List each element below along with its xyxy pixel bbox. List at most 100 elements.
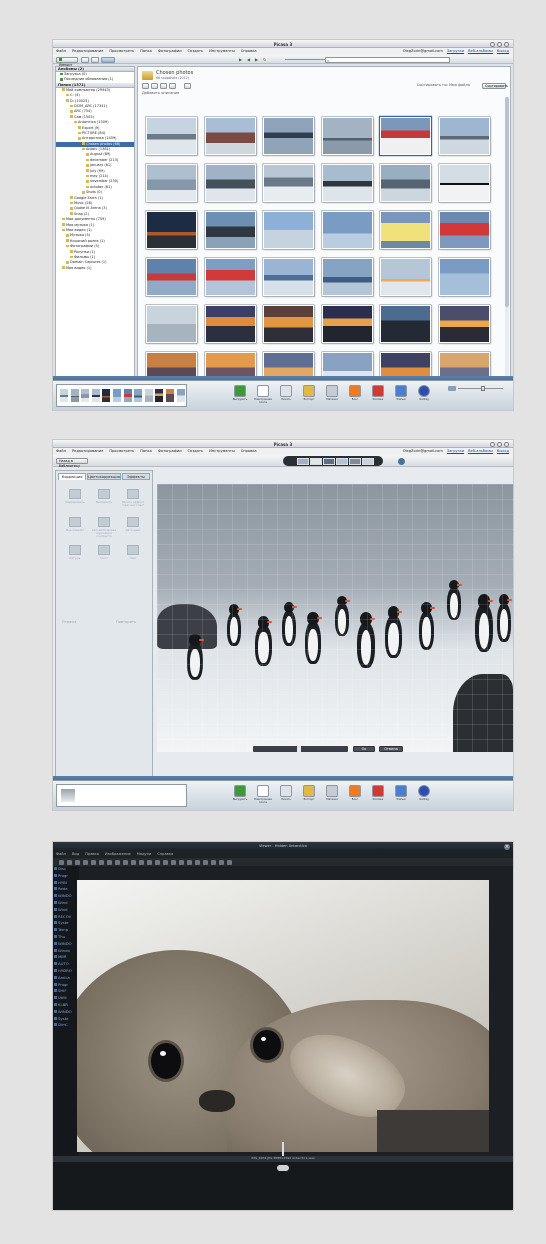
tray-selection-strip[interactable] <box>56 784 187 807</box>
menu-photos[interactable]: Фотографии <box>158 449 182 454</box>
file-tree-item[interactable]: Progr <box>53 873 79 880</box>
toolbar-icon[interactable] <box>75 859 80 865</box>
toolbar-icon[interactable] <box>131 859 136 865</box>
photo-thumbnail[interactable] <box>146 117 197 155</box>
photo-thumbnail[interactable] <box>204 117 256 155</box>
geotag-button[interactable]: Geotag <box>417 384 431 406</box>
sidebar-item-recent[interactable]: Последние обновления (1) <box>56 77 134 82</box>
sort-button[interactable]: Сортировать <box>482 82 508 89</box>
file-tree-item[interactable]: AmiLa <box>53 975 79 982</box>
tray-thumbnail[interactable] <box>101 388 112 403</box>
add-description-link[interactable]: Добавить описание <box>142 91 179 96</box>
next-icon[interactable]: ▶ <box>255 57 258 62</box>
photo-thumbnail[interactable] <box>204 164 256 202</box>
photo-thumbnail[interactable] <box>380 117 431 155</box>
sign-out-link[interactable]: Выход <box>497 49 509 54</box>
maximize-button[interactable] <box>497 441 502 447</box>
tray-thumbnail[interactable] <box>133 388 144 403</box>
photo-thumbnail[interactable] <box>380 211 431 249</box>
zoom-slider-track[interactable] <box>285 58 325 60</box>
people-button[interactable] <box>91 56 99 63</box>
toolbar-icon[interactable] <box>187 859 192 865</box>
straighten-slider[interactable] <box>253 746 348 752</box>
movie-button[interactable]: Фильм <box>394 784 408 806</box>
rotate-icon[interactable]: ↻ <box>263 57 266 62</box>
tray-thumbnail[interactable] <box>154 388 165 403</box>
file-tree-item[interactable]: KLBR <box>53 1002 79 1009</box>
toolbar-icon[interactable] <box>171 859 176 865</box>
edit-tool-button[interactable]: Выпрямить <box>91 487 117 511</box>
playback-control[interactable] <box>277 1165 289 1171</box>
photo-thumbnail[interactable] <box>380 164 431 202</box>
blog-button[interactable]: Блог <box>348 784 362 806</box>
photo-thumbnail[interactable] <box>321 305 373 343</box>
menu-folder[interactable]: Папка <box>140 449 152 454</box>
export-button[interactable]: Экспорт <box>302 384 316 406</box>
straighten-slider-handle[interactable] <box>297 746 301 752</box>
toolbar-icon[interactable] <box>219 859 224 865</box>
menu-edit[interactable]: Редактирование <box>72 49 103 54</box>
play-icon[interactable]: ▶ <box>239 57 242 62</box>
file-tree-item[interactable]: WINDO <box>53 893 79 900</box>
tray-thumbnail[interactable] <box>122 388 133 403</box>
edit-tool-button[interactable]: Мне повезёт <box>62 515 88 539</box>
menu-tools[interactable]: Инструменты <box>209 49 235 54</box>
tray-thumbnail[interactable] <box>80 388 91 403</box>
view-mode-button[interactable] <box>101 56 115 63</box>
email-button[interactable]: Электронная почта <box>254 384 272 406</box>
movie-button[interactable]: Фильм <box>394 384 408 406</box>
file-tree-item[interactable]: Wind <box>53 907 79 914</box>
edit-button[interactable] <box>160 83 167 89</box>
file-tree-item[interactable]: AUTO <box>53 961 79 968</box>
filmstrip-frame[interactable] <box>323 457 335 465</box>
filmstrip-frame[interactable] <box>297 457 309 465</box>
upload-button[interactable]: Выгрузить <box>233 384 247 406</box>
file-tree-item[interactable]: Disc <box>53 866 79 873</box>
file-tree-item[interactable]: RECOV <box>53 914 79 921</box>
folder-tree-item[interactable]: Моя видео (1) <box>56 266 134 271</box>
edit-tool-button[interactable]: Ретушь <box>62 543 88 567</box>
import-button[interactable]: Импорт <box>56 56 78 67</box>
photo-thumbnail[interactable] <box>438 258 490 296</box>
menu-folder[interactable]: Папка <box>140 49 152 54</box>
web-albums-link[interactable]: Веб-альбомы <box>468 49 493 54</box>
scrollbar-thumb[interactable] <box>505 97 509 307</box>
file-tree-item[interactable]: HYBI <box>53 880 79 887</box>
tray-thumbnail[interactable] <box>59 388 69 403</box>
filmstrip-frame[interactable] <box>349 457 361 465</box>
menu-edit[interactable]: Правка <box>85 852 99 857</box>
slider-handle[interactable] <box>481 386 485 391</box>
toolbar-icon[interactable] <box>163 859 168 865</box>
tray-thumbnail[interactable] <box>143 388 154 403</box>
toolbar-icon[interactable] <box>147 859 152 865</box>
close-button[interactable] <box>504 41 509 47</box>
photo-thumbnail[interactable] <box>204 211 256 249</box>
photo-thumbnail[interactable] <box>438 305 490 343</box>
undo-button[interactable]: Отмена <box>62 620 76 625</box>
menu-edit[interactable]: Редактирование <box>72 449 103 454</box>
info-button[interactable] <box>184 83 191 89</box>
photo-thumbnail[interactable] <box>438 117 490 155</box>
toolbar-icon[interactable] <box>67 859 72 865</box>
photo-thumbnail[interactable] <box>380 305 431 343</box>
file-tree-item[interactable]: Windo <box>53 948 79 955</box>
file-tree-item[interactable]: Thu <box>53 934 79 941</box>
file-tree-item[interactable]: SHIF <box>53 988 79 995</box>
toolbar-icon[interactable] <box>179 859 184 865</box>
file-tree-item[interactable]: Wind <box>53 900 79 907</box>
menu-create[interactable]: Создать <box>188 449 204 454</box>
search-input[interactable]: ⌕ <box>325 56 450 63</box>
photo-thumbnail[interactable] <box>438 164 490 202</box>
toolbar-icon[interactable] <box>91 859 96 865</box>
edit-tool-button[interactable]: Свет <box>120 543 146 567</box>
edit-tool-button[interactable]: Кадрировать <box>62 487 88 511</box>
maximize-button[interactable] <box>497 41 502 47</box>
edit-tool-button[interactable]: Текст <box>91 543 117 567</box>
menu-file[interactable]: Файл <box>56 449 66 454</box>
slideshow-button[interactable] <box>142 83 149 89</box>
album-button[interactable] <box>81 56 89 63</box>
file-tree-item[interactable]: Syste <box>53 920 79 927</box>
photo-thumbnail[interactable] <box>438 211 490 249</box>
toolbar-icon[interactable] <box>195 859 200 865</box>
menu-photos[interactable]: Фотографии <box>158 49 182 54</box>
